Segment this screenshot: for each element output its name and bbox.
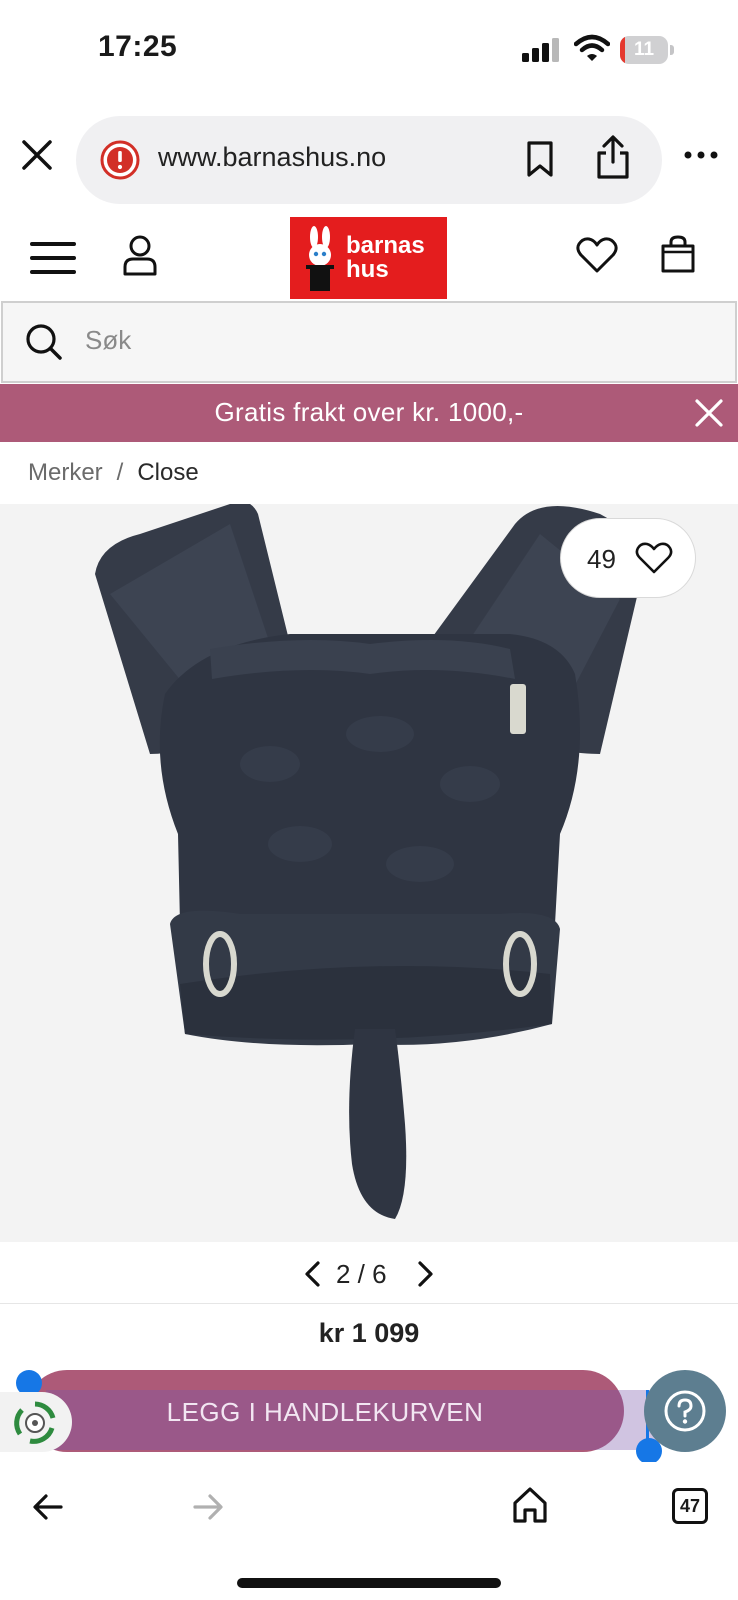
search-icon	[26, 324, 62, 360]
promo-banner: Gratis frakt over kr. 1000,-	[0, 384, 738, 442]
logo-line2: hus	[346, 256, 389, 283]
breadcrumb-separator: /	[116, 459, 124, 486]
tabs-icon[interactable]: 47	[672, 1488, 708, 1524]
breadcrumb: Merker / Close	[28, 459, 199, 487]
bag-icon[interactable]	[660, 234, 696, 274]
close-icon[interactable]	[20, 138, 54, 172]
chevron-right-icon[interactable]	[414, 1260, 436, 1288]
more-icon[interactable]	[684, 148, 718, 162]
breadcrumb-item-close: Close	[137, 459, 199, 486]
question-icon	[664, 1390, 706, 1432]
back-arrow-icon[interactable]	[32, 1492, 64, 1522]
search-input[interactable]: Søk	[1, 301, 737, 383]
home-icon[interactable]	[512, 1486, 548, 1524]
url-text[interactable]: www.barnashus.no	[158, 142, 386, 173]
menu-icon[interactable]	[30, 240, 76, 276]
baby-carrier-image	[95, 504, 640, 1219]
share-icon[interactable]	[594, 134, 632, 180]
breadcrumb-item-merker[interactable]: Merker	[28, 459, 103, 486]
forward-arrow-icon[interactable]	[192, 1492, 224, 1522]
status-time: 17:25	[98, 30, 178, 63]
add-to-cart-label[interactable]: LEGG I HANDLEKURVEN	[26, 1397, 624, 1428]
signal-icon	[522, 38, 559, 62]
search-placeholder: Søk	[85, 325, 132, 355]
wishlist-icon[interactable]	[576, 236, 618, 274]
battery-icon: 11	[620, 36, 674, 64]
url-bar[interactable]: www.barnashus.no	[76, 116, 662, 204]
home-indicator	[237, 1578, 501, 1588]
like-count: 49	[587, 544, 616, 574]
product-image[interactable]: 49	[0, 504, 738, 1242]
account-icon[interactable]	[122, 234, 158, 276]
chevron-left-icon[interactable]	[302, 1260, 324, 1288]
recycle-widget[interactable]	[0, 1392, 72, 1452]
logo-text: barnas hus	[346, 234, 425, 282]
site-logo[interactable]: barnas hus	[290, 217, 447, 299]
help-button[interactable]	[644, 1370, 726, 1452]
promo-text: Gratis frakt over kr. 1000,-	[214, 397, 524, 427]
browser-toolbar: 47	[0, 1462, 738, 1600]
recycle-icon	[14, 1401, 56, 1444]
pager-text: 2 / 6	[336, 1259, 387, 1289]
image-pager: 2 / 6	[0, 1242, 738, 1304]
heart-icon	[635, 542, 673, 574]
close-icon[interactable]	[694, 398, 724, 428]
logo-line1: barnas	[346, 232, 425, 259]
bookmark-icon[interactable]	[524, 140, 556, 178]
status-bar: 17:25 11	[0, 0, 738, 100]
product-price: kr 1 099	[318, 1318, 420, 1348]
rabbit-logo-icon	[306, 226, 334, 291]
battery-level: 11	[633, 39, 655, 60]
security-warning-icon[interactable]	[100, 140, 140, 180]
wifi-icon	[574, 34, 610, 61]
like-button[interactable]: 49	[560, 518, 696, 598]
